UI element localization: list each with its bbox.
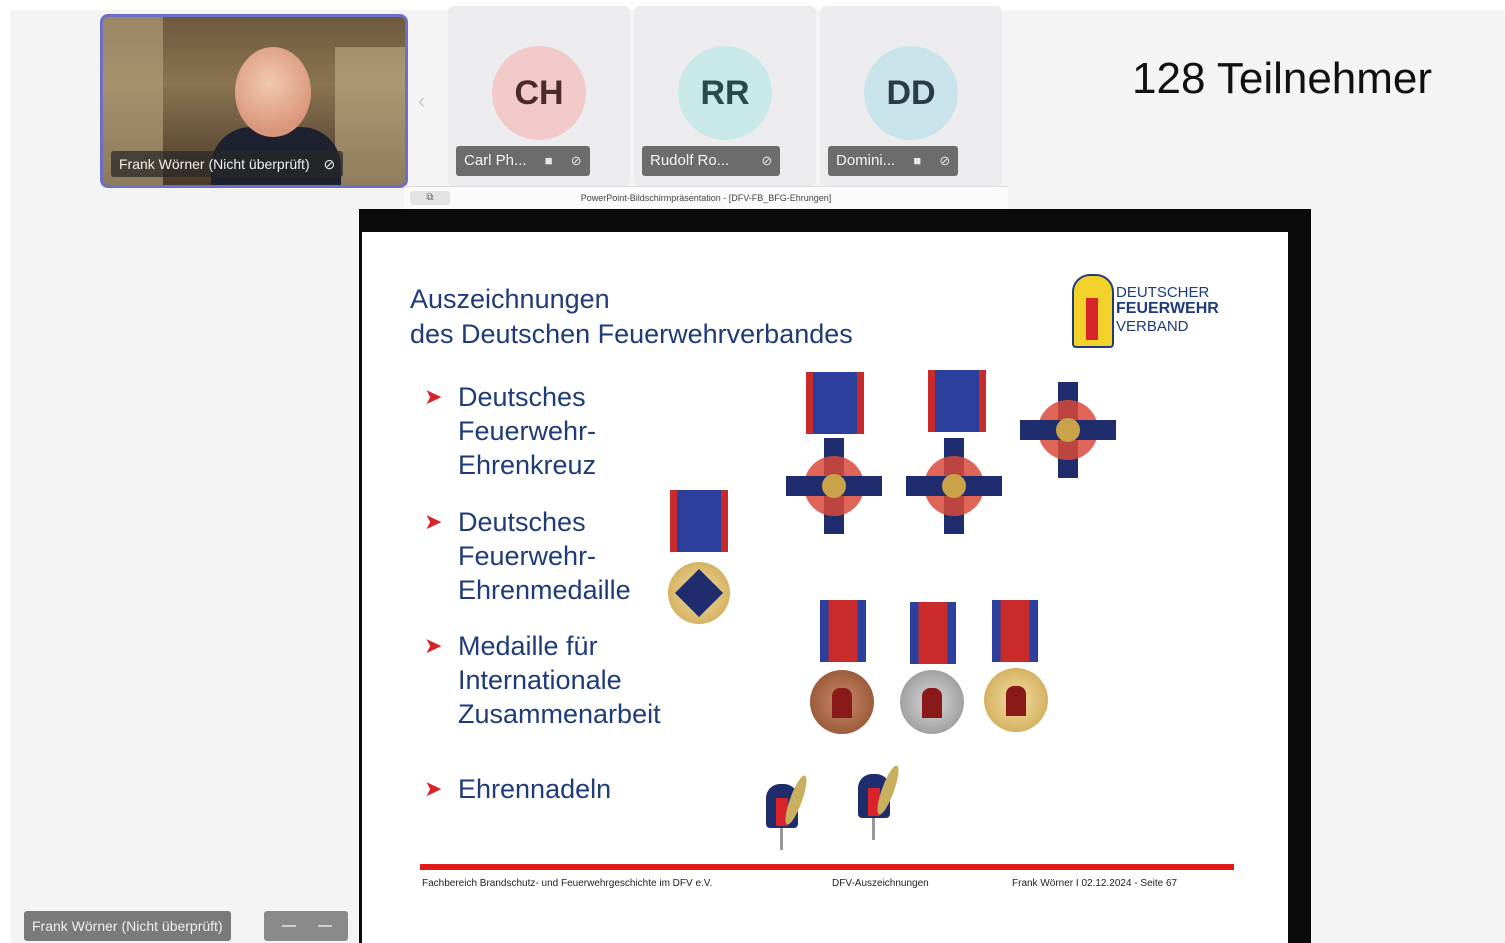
mic-muted-icon: ⊘	[323, 156, 336, 172]
avatar: RR	[678, 46, 772, 140]
honor-cross-image	[786, 438, 882, 534]
minimize-icon[interactable]	[282, 925, 296, 927]
avatar: CH	[492, 46, 586, 140]
footer-left: Fachbereich Brandschutz- und Feuerwehrge…	[422, 878, 713, 889]
participant-tile-rr[interactable]: RR Rudolf Ro... ⊘	[634, 6, 816, 186]
footer-divider	[420, 864, 1234, 870]
participant-name-tag: Domini... ■ ⊘	[828, 146, 959, 176]
participant-name-tag: Frank Wörner (Nicht überprüft) ⊘	[111, 151, 344, 177]
arrow-bullet-icon: ➤	[424, 776, 443, 801]
arrow-bullet-icon: ➤	[424, 633, 443, 658]
medal-ribbon	[670, 490, 728, 552]
logo-line3: VERBAND	[1116, 318, 1189, 335]
camera-off-icon: ■	[544, 153, 553, 168]
silver-medal-image	[900, 670, 964, 734]
mic-muted-icon: ⊘	[939, 153, 951, 168]
dfv-shield-icon	[1072, 274, 1114, 348]
participant-name: Rudolf Ro...	[650, 152, 730, 169]
slide-title-line1: Auszeichnungen	[410, 284, 610, 314]
mic-muted-icon: ⊘	[570, 153, 582, 168]
screen-share-icon[interactable]: ⧉	[410, 191, 450, 205]
logo-line2: FEUERWEHR	[1116, 300, 1219, 317]
speaker-head	[235, 47, 311, 137]
honor-pin-image	[760, 773, 811, 850]
medal-ribbon	[820, 600, 866, 662]
participant-tile-ch[interactable]: CH Carl Ph... ■ ⊘	[448, 6, 630, 186]
presenter-controls[interactable]	[264, 911, 348, 941]
participant-count: 128 Teilnehmer	[1132, 54, 1433, 103]
medal-ribbon	[806, 372, 864, 434]
background-door	[335, 47, 405, 185]
honor-pin-image	[852, 763, 903, 840]
slide-title: Auszeichnungen des Deutschen Feuerwehrve…	[410, 282, 853, 352]
avatar: DD	[864, 46, 958, 140]
gold-medal-image	[984, 668, 1048, 732]
participant-video-tile[interactable]: Frank Wörner (Nicht überprüft) ⊘	[100, 14, 408, 188]
honor-cross-image	[1020, 382, 1116, 478]
footer-right: Frank Wörner I 02.12.2024 - Seite 67	[1012, 878, 1178, 889]
arrow-bullet-icon: ➤	[424, 509, 443, 534]
bullet-text: Deutsches Feuerwehr-Ehrenkreuz	[458, 382, 597, 480]
slide-title-line2: des Deutschen Feuerwehrverbandes	[410, 319, 853, 349]
honor-cross-image	[906, 438, 1002, 534]
presenter-name-tag: Frank Wörner (Nicht überprüft)	[24, 911, 231, 941]
camera-off-icon: ■	[913, 153, 922, 168]
bronze-medal-image	[810, 670, 874, 734]
medal-ribbon	[928, 370, 986, 432]
honor-medal-image	[668, 562, 730, 624]
presentation-title: PowerPoint-Bildschirmpräsentation - [DFV…	[580, 193, 832, 203]
logo-line1: DEUTSCHER	[1116, 284, 1210, 301]
footer-center: DFV-Auszeichnungen	[832, 878, 929, 889]
participant-name: Carl Ph...	[464, 152, 527, 169]
medal-ribbon	[992, 600, 1038, 662]
bullet-text: Ehrennadeln	[458, 774, 612, 804]
participant-tile-dd[interactable]: DD Domini... ■ ⊘	[820, 6, 1002, 186]
participant-name-tag: Carl Ph... ■ ⊘	[456, 146, 590, 176]
dfv-logo: DEUTSCHER FEUERWEHR VERBAND	[1062, 274, 1242, 348]
participant-name-tag: Rudolf Ro... ⊘	[642, 146, 781, 176]
participant-name: Frank Wörner (Nicht überprüft)	[119, 156, 310, 172]
bullet-text: Deutsches Feuerwehr-Ehrenmedaille	[458, 507, 631, 605]
participant-name: Domini...	[836, 152, 896, 169]
minimize-icon[interactable]	[318, 925, 332, 927]
chevron-left-icon[interactable]: ‹	[418, 88, 425, 114]
mic-muted-icon: ⊘	[761, 153, 773, 168]
medal-ribbon	[910, 602, 956, 664]
presentation-title-bar: ⧉ PowerPoint-Bildschirmpräsentation - [D…	[404, 186, 1008, 209]
bullet-text: Medaille für Internationale Zusammenarbe…	[458, 631, 661, 729]
presentation-slide: Auszeichnungen des Deutschen Feuerwehrve…	[362, 232, 1288, 943]
arrow-bullet-icon: ➤	[424, 384, 443, 409]
